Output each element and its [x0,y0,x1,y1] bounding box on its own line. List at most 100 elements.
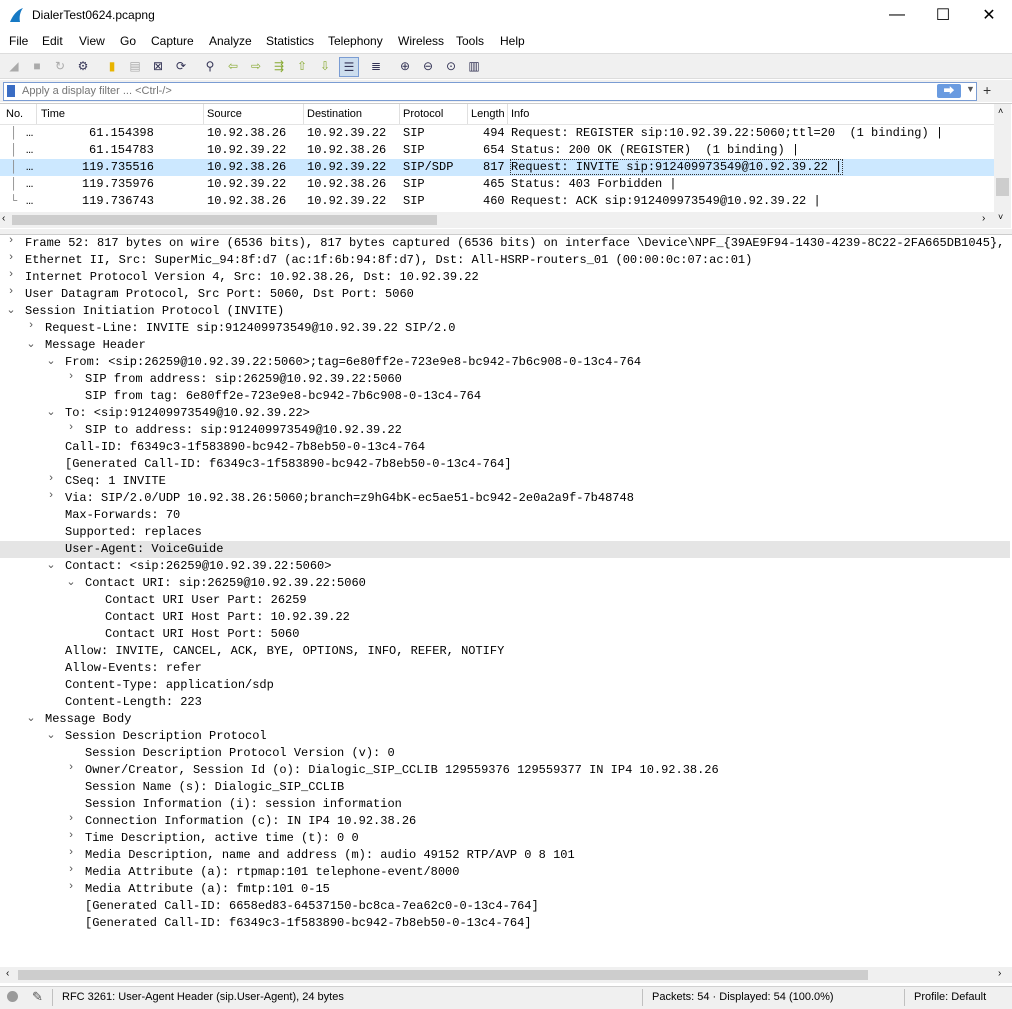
packet-row[interactable]: │ … 61.154398 10.92.38.26 10.92.39.22 SI… [0,125,994,142]
packet-list-vertical-scrollbar[interactable]: ˄ ˅ [994,104,1011,228]
collapse-chevron-icon[interactable]: ⌄ [5,303,17,317]
collapse-chevron-icon[interactable]: ⌄ [45,558,57,572]
detail-tree-row[interactable]: ⌄ Message Header [0,337,1010,354]
detail-tree-row[interactable]: Session Description Protocol Version (v)… [0,745,1010,762]
menu-telephony[interactable]: Telephony [328,34,383,48]
menu-analyze[interactable]: Analyze [209,34,252,48]
detail-tree-row[interactable]: Call-ID: f6349c3-1f583890-bc942-7b8eb50-… [0,439,1010,456]
expand-chevron-icon[interactable]: › [65,830,77,842]
open-file-icon[interactable]: ▮ [103,57,121,75]
detail-tree-row[interactable]: Allow-Events: refer [0,660,1010,677]
detail-tree-row[interactable]: Contact URI Host Part: 10.92.39.22 [0,609,1010,626]
resize-columns-icon[interactable]: ▥ [465,57,483,75]
scroll-right-icon[interactable]: › [998,968,1001,979]
scroll-right-icon[interactable]: › [982,213,985,224]
packet-row[interactable]: └ … 119.736743 10.92.38.26 10.92.39.22 S… [0,193,994,210]
collapse-chevron-icon[interactable]: ⌄ [45,405,57,419]
expert-info-icon[interactable] [7,991,18,1002]
detail-tree-row[interactable]: [Generated Call-ID: 6658ed83-64537150-bc… [0,898,1010,915]
display-filter-input[interactable] [22,84,922,98]
expand-chevron-icon[interactable]: › [5,235,17,247]
menu-help[interactable]: Help [500,34,525,48]
detail-tree-row[interactable]: Supported: replaces [0,524,1010,541]
menu-view[interactable]: View [79,34,105,48]
column-info[interactable]: Info [511,108,529,120]
detail-tree-row[interactable]: › Media Attribute (a): fmtp:101 0-15 [0,881,1010,898]
detail-tree-row[interactable]: Content-Length: 223 [0,694,1010,711]
scroll-thumb[interactable] [996,178,1009,196]
detail-tree-row[interactable]: Session Name (s): Dialogic_SIP_CCLIB [0,779,1010,796]
detail-tree-row[interactable]: Max-Forwards: 70 [0,507,1010,524]
expand-chevron-icon[interactable]: › [65,847,77,859]
menu-wireless[interactable]: Wireless [398,34,444,48]
expand-chevron-icon[interactable]: › [65,881,77,893]
menu-capture[interactable]: Capture [151,34,194,48]
detail-tree-row[interactable]: ⌄ Contact: <sip:26259@10.92.39.22:5060> [0,558,1010,575]
detail-tree-row[interactable]: Contact URI Host Port: 5060 [0,626,1010,643]
detail-tree-row[interactable]: › Internet Protocol Version 4, Src: 10.92… [0,269,1010,286]
capture-options-icon[interactable]: ⚙ [74,57,92,75]
restart-capture-icon[interactable]: ↻ [51,57,69,75]
scroll-up-icon[interactable]: ˄ [998,106,1003,116]
bookmark-icon[interactable] [7,85,15,97]
menu-file[interactable]: File [9,34,28,48]
menu-tools[interactable]: Tools [456,34,484,48]
column-length[interactable]: Length [471,108,505,120]
column-source[interactable]: Source [207,108,242,120]
reload-file-icon[interactable]: ⟳ [172,57,190,75]
collapse-chevron-icon[interactable]: ⌄ [25,711,37,725]
colorize-icon[interactable]: ≣ [367,57,385,75]
zoom-out-icon[interactable]: ⊖ [419,57,437,75]
expand-chevron-icon[interactable]: › [45,490,57,502]
expand-chevron-icon[interactable]: › [65,762,77,774]
detail-tree-row[interactable]: ⌄ From: <sip:26259@10.92.39.22:5060>;tag=… [0,354,1010,371]
detail-tree-row[interactable]: [Generated Call-ID: f6349c3-1f583890-bc9… [0,456,1010,473]
packet-row[interactable]: │ … 119.735976 10.92.39.22 10.92.38.26 S… [0,176,994,193]
column-time[interactable]: Time [41,108,65,120]
scroll-left-icon[interactable]: ‹ [2,213,5,224]
menu-statistics[interactable]: Statistics [266,34,314,48]
filter-history-dropdown-icon[interactable]: ▼ [966,84,975,94]
column-no[interactable]: No. [6,108,23,120]
column-destination[interactable]: Destination [307,108,362,120]
add-filter-button-icon[interactable]: + [983,82,991,98]
detail-tree-row[interactable]: ⌄ Session Initiation Protocol (INVITE) [0,303,1010,320]
expand-chevron-icon[interactable]: › [65,371,77,383]
menu-go[interactable]: Go [120,34,136,48]
first-packet-icon[interactable]: ⇧ [293,57,311,75]
expand-chevron-icon[interactable]: › [65,864,77,876]
detail-tree-row[interactable]: › SIP from address: sip:26259@10.92.39.22… [0,371,1010,388]
edit-comment-icon[interactable]: ✎ [32,989,43,1005]
close-button[interactable]: ✕ [966,0,1012,30]
details-horizontal-scrollbar[interactable]: ‹ › [0,967,1012,983]
expand-chevron-icon[interactable]: › [5,269,17,281]
detail-tree-row[interactable]: ⌄ Message Body [0,711,1010,728]
detail-tree-row[interactable]: › Connection Information (c): IN IP4 10.9… [0,813,1010,830]
detail-tree-row[interactable]: › SIP to address: sip:912409973549@10.92.… [0,422,1010,439]
detail-tree-row[interactable]: › CSeq: 1 INVITE [0,473,1010,490]
menu-edit[interactable]: Edit [42,34,63,48]
collapse-chevron-icon[interactable]: ⌄ [25,337,37,351]
collapse-chevron-icon[interactable]: ⌄ [45,728,57,742]
stop-capture-icon[interactable]: ■ [28,57,46,75]
go-forward-icon[interactable]: ⇨ [247,57,265,75]
detail-tree-row[interactable]: Session Information (i): session informa… [0,796,1010,813]
detail-tree-row[interactable]: › Media Attribute (a): rtpmap:101 telepho… [0,864,1010,881]
autoscroll-icon[interactable]: ☰ [339,57,359,77]
column-protocol[interactable]: Protocol [403,108,443,120]
maximize-button[interactable]: ☐ [920,0,966,30]
scroll-left-icon[interactable]: ‹ [6,968,9,979]
expand-chevron-icon[interactable]: › [5,252,17,264]
detail-tree-row[interactable]: ⌄ To: <sip:912409973549@10.92.39.22> [0,405,1010,422]
detail-tree-row[interactable]: ⌄ Contact URI: sip:26259@10.92.39.22:5060 [0,575,1010,592]
detail-tree-row[interactable]: › Via: SIP/2.0/UDP 10.92.38.26:5060;branc… [0,490,1010,507]
packet-row[interactable]: │ … 61.154783 10.92.39.22 10.92.38.26 SI… [0,142,994,159]
expand-chevron-icon[interactable]: › [65,422,77,434]
detail-tree-row[interactable]: [Generated Call-ID: f6349c3-1f583890-bc9… [0,915,1010,932]
find-packet-icon[interactable]: ⚲ [201,57,219,75]
detail-tree-row[interactable]: SIP from tag: 6e80ff2e-723e9e8-bc942-7b6… [0,388,1010,405]
apply-filter-button[interactable]: ⮕ [937,84,961,98]
expand-chevron-icon[interactable]: › [45,473,57,485]
detail-tree-row[interactable]: ⌄ Session Description Protocol [0,728,1010,745]
packet-list-horizontal-scrollbar[interactable]: ‹ › [0,212,994,228]
